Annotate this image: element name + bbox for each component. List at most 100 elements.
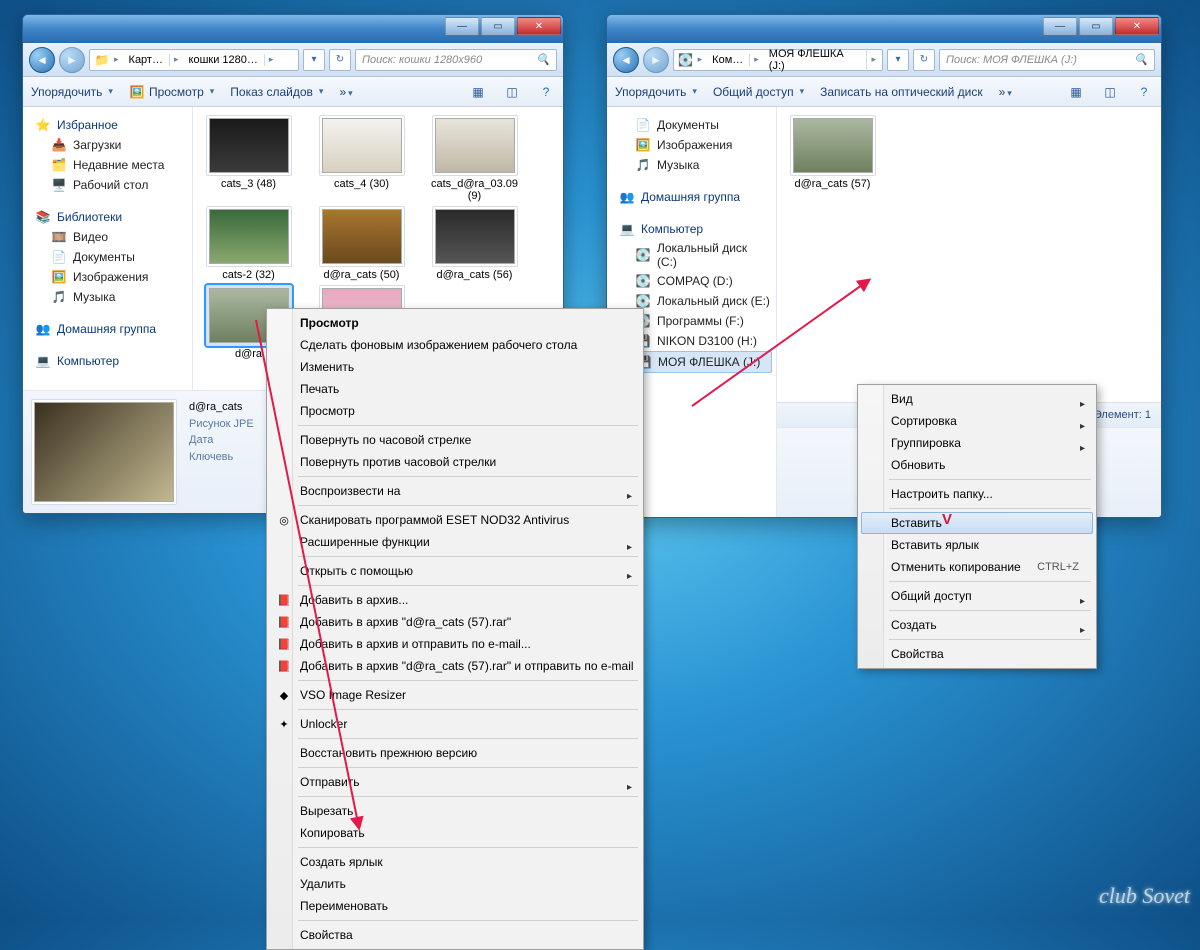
menu-item[interactable]: Переименовать	[270, 895, 640, 917]
menu-item[interactable]: 📕Добавить в архив "d@ra_cats (57).rar" и…	[270, 655, 640, 677]
view-mode-icon[interactable]: ▦	[469, 83, 487, 101]
preview-pane-icon[interactable]: ◫	[503, 83, 521, 101]
titlebar[interactable]: — ▭ ✕	[23, 15, 563, 43]
preview-pane-icon[interactable]: ◫	[1101, 83, 1119, 101]
nav-pictures[interactable]: 🖼️Изображения	[33, 267, 188, 287]
nav-computer[interactable]: 💻Компьютер	[33, 351, 188, 371]
titlebar[interactable]: — ▭ ✕	[607, 15, 1161, 43]
menu-item[interactable]: Просмотр	[270, 400, 640, 422]
menu-item[interactable]: Печать	[270, 378, 640, 400]
slideshow-button[interactable]: Показ слайдов	[230, 85, 323, 99]
thumbnail-item[interactable]: d@ra_cats (50)	[314, 206, 409, 281]
menu-item[interactable]: Свойства	[861, 643, 1093, 665]
nav-favorites[interactable]: ⭐Избранное	[33, 115, 188, 135]
close-button[interactable]: ✕	[1115, 17, 1159, 35]
menu-item[interactable]: Настроить папку...	[861, 483, 1093, 505]
minimize-button[interactable]: —	[445, 17, 479, 35]
menu-item[interactable]: ◎Сканировать программой ESET NOD32 Antiv…	[270, 509, 640, 531]
breadcrumb-dropdown[interactable]: ▾	[887, 49, 909, 71]
burn-button[interactable]: Записать на оптический диск	[820, 85, 983, 99]
view-mode-icon[interactable]: ▦	[1067, 83, 1085, 101]
thumbnail-item[interactable]: d@ra_cats (57)	[785, 115, 880, 190]
refresh-button[interactable]: ↻	[913, 49, 935, 71]
maximize-button[interactable]: ▭	[481, 17, 515, 35]
help-icon[interactable]: ?	[537, 83, 555, 101]
forward-button[interactable]: ►	[59, 47, 85, 73]
thumbnail-item[interactable]: cats_3 (48)	[201, 115, 296, 202]
search-input[interactable]: Поиск: кошки 1280x960 🔍	[355, 49, 557, 71]
nav-videos[interactable]: 🎞️Видео	[33, 227, 188, 247]
menu-item[interactable]: 📕Добавить в архив и отправить по e-mail.…	[270, 633, 640, 655]
crumb-1[interactable]: кошки 1280…	[183, 54, 265, 66]
menu-item[interactable]: Сделать фоновым изображением рабочего ст…	[270, 334, 640, 356]
thumbnail-item[interactable]: d@ra_cats (56)	[427, 206, 522, 281]
menu-item[interactable]: Вид	[861, 388, 1093, 410]
share-button[interactable]: Общий доступ	[713, 85, 804, 99]
crumb-0[interactable]: Ком…	[706, 54, 750, 66]
help-icon[interactable]: ?	[1135, 83, 1153, 101]
back-button[interactable]: ◄	[29, 47, 55, 73]
menu-item[interactable]: ✦Unlocker	[270, 713, 640, 735]
menu-item[interactable]: Вырезать	[270, 800, 640, 822]
search-input[interactable]: Поиск: МОЯ ФЛЕШКА (J:) 🔍	[939, 49, 1155, 71]
context-menu-folder[interactable]: ВидСортировкаГруппировкаОбновить Настроит…	[857, 384, 1097, 669]
menu-item[interactable]: Удалить	[270, 873, 640, 895]
nav-documents[interactable]: 📄Документы	[617, 115, 772, 135]
nav-downloads[interactable]: 📥Загрузки	[33, 135, 188, 155]
nav-computer[interactable]: 💻Компьютер	[617, 219, 772, 239]
menu-item[interactable]: Вставить	[861, 512, 1093, 534]
preview-button[interactable]: 🖼️Просмотр	[129, 84, 214, 100]
breadcrumb[interactable]: 💽 ▸ Ком… ▸ МОЯ ФЛЕШКА (J:) ▸	[673, 49, 883, 71]
menu-item[interactable]: Общий доступ	[861, 585, 1093, 607]
minimize-button[interactable]: —	[1043, 17, 1077, 35]
crumb-0[interactable]: Карт…	[123, 54, 170, 66]
menu-item[interactable]: Отменить копированиеCTRL+Z	[861, 556, 1093, 578]
menu-item[interactable]: 📕Добавить в архив "d@ra_cats (57).rar"	[270, 611, 640, 633]
nav-drive-c[interactable]: 💽Локальный диск (C:)	[617, 239, 772, 271]
menu-item[interactable]: Восстановить прежнюю версию	[270, 742, 640, 764]
menu-item[interactable]: 📕Добавить в архив...	[270, 589, 640, 611]
organize-button[interactable]: Упорядочить	[31, 85, 113, 99]
nav-documents[interactable]: 📄Документы	[33, 247, 188, 267]
menu-item[interactable]: Группировка	[861, 432, 1093, 454]
breadcrumb-dropdown[interactable]: ▾	[303, 49, 325, 71]
nav-music[interactable]: 🎵Музыка	[33, 287, 188, 307]
nav-libraries[interactable]: 📚Библиотеки	[33, 207, 188, 227]
menu-item[interactable]: Изменить	[270, 356, 640, 378]
menu-item[interactable]: Повернуть против часовой стрелки	[270, 451, 640, 473]
back-button[interactable]: ◄	[613, 47, 639, 73]
thumbnail-item[interactable]: cats_d@ra_03.09 (9)	[427, 115, 522, 202]
menu-item[interactable]: Сортировка	[861, 410, 1093, 432]
menu-item[interactable]: Создать ярлык	[270, 851, 640, 873]
menu-item[interactable]: Расширенные функции	[270, 531, 640, 553]
nav-homegroup[interactable]: 👥Домашняя группа	[617, 187, 772, 207]
crumb-1[interactable]: МОЯ ФЛЕШКА (J:)	[763, 48, 868, 72]
nav-drive-d[interactable]: 💽COMPAQ (D:)	[617, 271, 772, 291]
maximize-button[interactable]: ▭	[1079, 17, 1113, 35]
nav-pictures[interactable]: 🖼️Изображения	[617, 135, 772, 155]
menu-item[interactable]: Обновить	[861, 454, 1093, 476]
nav-pane[interactable]: ⭐Избранное 📥Загрузки 🗂️Недавние места 🖥️…	[23, 107, 193, 390]
context-menu-file[interactable]: ПросмотрСделать фоновым изображением раб…	[266, 308, 644, 950]
thumbnail-item[interactable]: cats-2 (32)	[201, 206, 296, 281]
thumbnail-item[interactable]: cats_4 (30)	[314, 115, 409, 202]
nav-recent[interactable]: 🗂️Недавние места	[33, 155, 188, 175]
menu-item[interactable]: ◆VSO Image Resizer	[270, 684, 640, 706]
menu-item[interactable]: Отправить	[270, 771, 640, 793]
menu-item[interactable]: Свойства	[270, 924, 640, 946]
nav-desktop[interactable]: 🖥️Рабочий стол	[33, 175, 188, 195]
breadcrumb[interactable]: 📁 ▸ Карт… ▸ кошки 1280… ▸	[89, 49, 299, 71]
nav-music[interactable]: 🎵Музыка	[617, 155, 772, 175]
menu-item[interactable]: Создать	[861, 614, 1093, 636]
refresh-button[interactable]: ↻	[329, 49, 351, 71]
organize-button[interactable]: Упорядочить	[615, 85, 697, 99]
close-button[interactable]: ✕	[517, 17, 561, 35]
forward-button[interactable]: ►	[643, 47, 669, 73]
menu-item[interactable]: Копировать	[270, 822, 640, 844]
menu-item[interactable]: Открыть с помощью	[270, 560, 640, 582]
menu-item[interactable]: Просмотр	[270, 312, 640, 334]
menu-item[interactable]: Повернуть по часовой стрелке	[270, 429, 640, 451]
thumbnail-area[interactable]: d@ra_cats (57)	[777, 107, 1161, 402]
nav-homegroup[interactable]: 👥Домашняя группа	[33, 319, 188, 339]
more-button[interactable]: »	[339, 85, 352, 99]
